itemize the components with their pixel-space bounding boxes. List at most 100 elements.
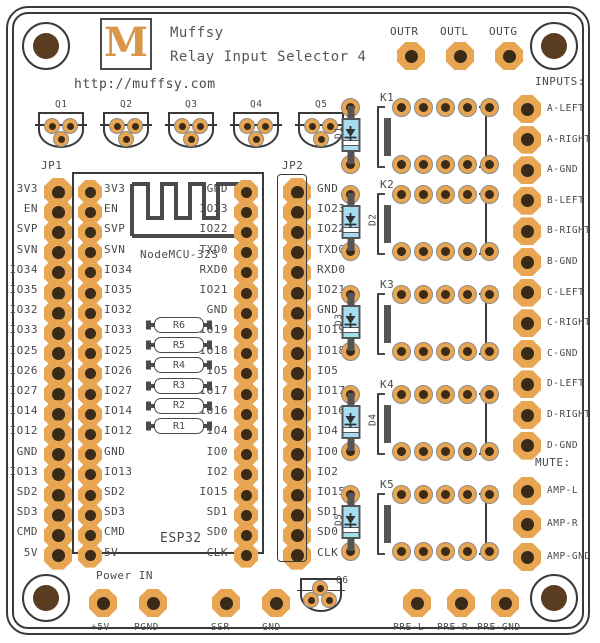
relay-k3-pad-top-4[interactable] xyxy=(480,285,499,304)
relay-k5-pad-top-3[interactable] xyxy=(458,485,477,504)
transistor-q4-pad-2[interactable] xyxy=(248,131,264,147)
jp1-pad-18[interactable] xyxy=(44,541,72,570)
pin-label-left-inner-9: IO26 xyxy=(104,363,133,377)
preout-pad-r[interactable] xyxy=(447,589,475,617)
preout-pad-l[interactable] xyxy=(403,589,431,617)
relay-k2-pad-bot-1[interactable] xyxy=(414,242,433,261)
relay-k5-pad-bot-1[interactable] xyxy=(414,542,433,561)
relay-edge xyxy=(377,553,385,555)
relay-k3-pad-bot-2[interactable] xyxy=(436,342,455,361)
relay-k1-pad-top-2[interactable] xyxy=(436,98,455,117)
input-pad-b-gnd[interactable] xyxy=(513,248,541,276)
resistor-label-r3: R3 xyxy=(154,377,204,394)
relay-k4-pad-top-0[interactable] xyxy=(392,385,411,404)
relay-k3-pad-top-2[interactable] xyxy=(436,285,455,304)
output-pad-outr[interactable] xyxy=(397,42,425,70)
relay-k3-pad-bot-1[interactable] xyxy=(414,342,433,361)
input-pad-d-left[interactable] xyxy=(513,370,541,399)
input-pad-a-left[interactable] xyxy=(513,95,541,123)
relay-k2-pad-top-3[interactable] xyxy=(458,185,477,204)
transistor-label-q1: Q1 xyxy=(55,99,68,110)
relay-k2-pad-top-4[interactable] xyxy=(480,185,499,204)
relay-k4-pad-top-2[interactable] xyxy=(436,385,455,404)
relay-k2-pad-bot-2[interactable] xyxy=(436,242,455,261)
relay-k3-pad-top-0[interactable] xyxy=(392,285,411,304)
relay-k1-pad-bot-3[interactable] xyxy=(458,155,477,174)
relay-k3-pad-top-1[interactable] xyxy=(414,285,433,304)
transistor-q1-pad-2[interactable] xyxy=(53,131,69,147)
relay-k1-pad-top-1[interactable] xyxy=(414,98,433,117)
input-pad-b-left[interactable] xyxy=(513,186,541,215)
transistor-q6-pad-1[interactable] xyxy=(303,592,319,608)
relay-k3-pad-bot-0[interactable] xyxy=(392,342,411,361)
input-label-c-right: C-RIGHT xyxy=(547,317,591,329)
input-pad-c-left[interactable] xyxy=(513,278,541,307)
relay-k5-pad-top-2[interactable] xyxy=(436,485,455,504)
relay-k5-pad-top-4[interactable] xyxy=(480,485,499,504)
relay-k5-pad-bot-3[interactable] xyxy=(458,542,477,561)
relay-k5-pad-bot-0[interactable] xyxy=(392,542,411,561)
mute-pad-amp-gnd[interactable] xyxy=(513,543,541,571)
relay-k4-pad-top-4[interactable] xyxy=(480,385,499,404)
pin-label-left-outer-16: SD3 xyxy=(16,505,38,519)
relay-k5-pad-bot-4[interactable] xyxy=(480,542,499,561)
relay-k3-pad-top-3[interactable] xyxy=(458,285,477,304)
relay-k2-pad-top-2[interactable] xyxy=(436,185,455,204)
preout-label-l: PRE-L xyxy=(393,622,425,633)
relay-k1-pad-bot-4[interactable] xyxy=(480,155,499,174)
preout-pad-gnd[interactable] xyxy=(491,589,519,617)
input-pad-a-right[interactable] xyxy=(513,125,541,154)
transistor-q3-pad-2[interactable] xyxy=(183,131,199,147)
pin-label-right-inner-14: IO2 xyxy=(206,464,228,478)
relay-k2-polarity-bar xyxy=(384,205,391,243)
relay-k5-pad-top-1[interactable] xyxy=(414,485,433,504)
jp2-connector-outline xyxy=(277,174,307,562)
pin-label-right-inner-18: CLK xyxy=(206,545,228,559)
transistor-q6-pad-2[interactable] xyxy=(321,592,337,608)
input-pad-b-right[interactable] xyxy=(513,217,541,246)
input-pad-d-right[interactable] xyxy=(513,401,541,429)
relay-k1-pad-top-3[interactable] xyxy=(458,98,477,117)
relay-k1-pad-bot-2[interactable] xyxy=(436,155,455,174)
relay-k2-pad-bot-3[interactable] xyxy=(458,242,477,261)
relay-k1-pad-top-4[interactable] xyxy=(480,98,499,117)
relay-k4-pad-bot-3[interactable] xyxy=(458,442,477,461)
board-url: http://muffsy.com xyxy=(74,77,216,92)
relay-k3-pad-bot-4[interactable] xyxy=(480,342,499,361)
resistor-cap-left xyxy=(146,320,151,330)
relay-k2-pad-top-0[interactable] xyxy=(392,185,411,204)
relay-k4-pad-top-3[interactable] xyxy=(458,385,477,404)
relay-k4-pad-bot-0[interactable] xyxy=(392,442,411,461)
relay-k1-pad-bot-0[interactable] xyxy=(392,155,411,174)
output-pad-outl[interactable] xyxy=(446,42,474,70)
ssr-pad-ssr[interactable] xyxy=(212,589,240,617)
relay-k4-pad-bot-4[interactable] xyxy=(480,442,499,461)
relay-k1-pad-bot-1[interactable] xyxy=(414,155,433,174)
transistor-label-q6: Q6 xyxy=(336,575,349,586)
relay-k2-pad-bot-4[interactable] xyxy=(480,242,499,261)
transistor-q2-pad-2[interactable] xyxy=(118,131,134,147)
relay-k4-pad-bot-1[interactable] xyxy=(414,442,433,461)
relay-k5-pad-top-0[interactable] xyxy=(392,485,411,504)
pin-label-right-inner-17: SD0 xyxy=(206,525,228,539)
relay-k4-pad-top-1[interactable] xyxy=(414,385,433,404)
mute-pad-amp-r[interactable] xyxy=(513,510,541,538)
input-pad-c-right[interactable] xyxy=(513,309,541,338)
resistor-r5: R5 xyxy=(146,337,212,354)
power-pad-pgnd[interactable] xyxy=(139,589,167,617)
relay-k1-pad-top-0[interactable] xyxy=(392,98,411,117)
input-pad-c-gnd[interactable] xyxy=(513,339,541,368)
input-pad-a-gnd[interactable] xyxy=(513,156,541,185)
relay-k3-pad-bot-3[interactable] xyxy=(458,342,477,361)
power-pad-5v[interactable] xyxy=(89,589,117,617)
relay-k2-pad-top-1[interactable] xyxy=(414,185,433,204)
pin-label-left-outer-4: IO34 xyxy=(9,262,38,276)
transistor-q5-pad-2[interactable] xyxy=(313,131,329,147)
output-pad-outg[interactable] xyxy=(495,42,523,70)
relay-k2-pad-bot-0[interactable] xyxy=(392,242,411,261)
ssr-pad-gnd[interactable] xyxy=(262,589,290,617)
mute-pad-amp-l[interactable] xyxy=(513,477,541,505)
relay-k5-pad-bot-2[interactable] xyxy=(436,542,455,561)
resistor-cap-left xyxy=(146,381,151,391)
relay-k4-pad-bot-2[interactable] xyxy=(436,442,455,461)
